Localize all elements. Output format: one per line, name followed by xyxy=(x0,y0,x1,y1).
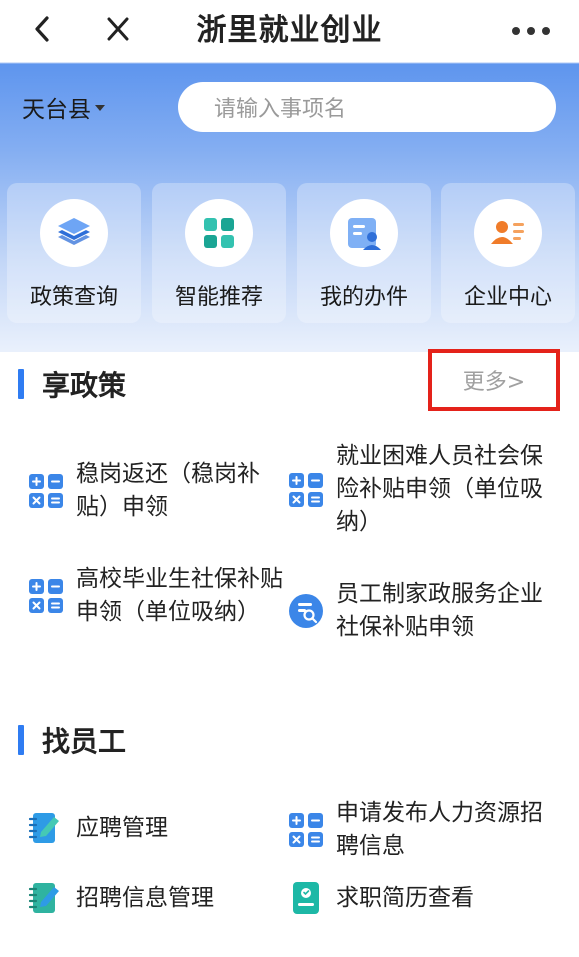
policy-section-header: 享政策 xyxy=(0,364,126,404)
notebook-edit-icon xyxy=(28,880,64,916)
quick-action-policy-query[interactable]: 政策查询 xyxy=(7,183,141,323)
more-link-label: 更多> xyxy=(462,370,526,395)
staff-item[interactable]: 招聘信息管理 xyxy=(28,880,286,916)
staff-item[interactable]: 求职简历查看 xyxy=(288,880,553,916)
quick-action-label: 我的办件 xyxy=(319,285,408,310)
close-icon[interactable] xyxy=(102,12,134,46)
caret-down-icon xyxy=(95,105,105,111)
policy-item-label: 就业困难人员社会保险补贴申领（单位吸纳） xyxy=(336,443,543,535)
quick-action-label: 智能推荐 xyxy=(174,285,263,310)
grid-icon xyxy=(185,199,253,267)
region-selector[interactable]: 天台县 xyxy=(22,90,105,124)
staff-section-header: 找员工 xyxy=(0,720,126,760)
calculator-icon xyxy=(288,472,324,508)
more-horizontal-icon[interactable] xyxy=(506,18,556,44)
quick-action-label: 企业中心 xyxy=(463,285,552,310)
quick-actions: 政策查询 智能推荐 我的办件 企业中心 xyxy=(7,183,577,323)
region-label: 天台县 xyxy=(22,97,91,123)
enterprise-user-icon xyxy=(474,199,542,267)
resume-icon xyxy=(288,880,324,916)
staff-item-label: 求职简历查看 xyxy=(336,884,474,911)
more-policies-link[interactable]: 更多> xyxy=(428,349,560,411)
policy-item[interactable]: 员工制家政服务企业社保补贴申领 xyxy=(288,578,553,644)
policy-item-label: 稳岗返还（稳岗补贴）申领 xyxy=(76,461,260,520)
search-placeholder: 请输入事项名 xyxy=(214,97,347,122)
layers-icon xyxy=(40,199,108,267)
policy-item-label: 高校毕业生社保补贴申领（单位吸纳） xyxy=(76,566,283,625)
section-accent-bar xyxy=(18,725,24,755)
policy-section-title: 享政策 xyxy=(42,369,127,402)
staff-section-title: 找员工 xyxy=(42,725,127,758)
quick-action-my-applications[interactable]: 我的办件 xyxy=(297,183,431,323)
search-input[interactable]: 请输入事项名 xyxy=(178,82,556,132)
staff-item-label: 申请发布人力资源招聘信息 xyxy=(336,800,543,859)
staff-item-label: 应聘管理 xyxy=(76,814,168,841)
policy-item[interactable]: 就业困难人员社会保险补贴申领（单位吸纳） xyxy=(288,440,553,539)
policy-item[interactable]: 稳岗返还（稳岗补贴）申领 xyxy=(28,458,286,524)
staff-item[interactable]: 申请发布人力资源招聘信息 xyxy=(288,797,553,863)
id-card-icon xyxy=(330,199,398,267)
chevron-left-icon[interactable] xyxy=(28,12,58,46)
quick-action-enterprise-center[interactable]: 企业中心 xyxy=(441,183,575,323)
staff-item-label: 招聘信息管理 xyxy=(76,884,214,911)
quick-action-label: 政策查询 xyxy=(29,285,118,310)
calculator-icon xyxy=(288,812,324,848)
top-navigation-bar: 浙里就业创业 xyxy=(0,0,579,62)
calculator-icon xyxy=(28,473,64,509)
notebook-edit-icon xyxy=(28,810,64,846)
policy-item[interactable]: 高校毕业生社保补贴申领（单位吸纳） xyxy=(28,563,286,629)
page-title: 浙里就业创业 xyxy=(196,13,383,48)
quick-action-smart-recommend[interactable]: 智能推荐 xyxy=(152,183,286,323)
calculator-icon xyxy=(28,578,64,614)
staff-item[interactable]: 应聘管理 xyxy=(28,810,286,846)
section-accent-bar xyxy=(18,369,24,399)
policy-item-label: 员工制家政服务企业社保补贴申领 xyxy=(336,581,543,640)
document-search-icon xyxy=(288,593,324,629)
